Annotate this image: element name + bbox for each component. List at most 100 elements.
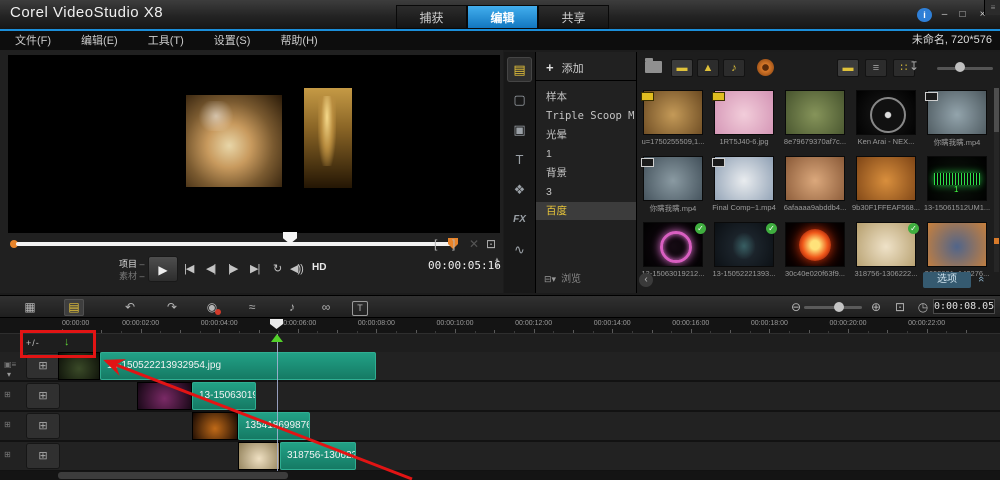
duration-clock-icon[interactable]: ◷ bbox=[913, 299, 933, 316]
menu-编辑(E)[interactable]: 编辑(E) bbox=[66, 32, 133, 51]
overlay-track-header[interactable]: ⊞ bbox=[26, 383, 60, 409]
media-item[interactable]: 30c40e020f63f9... bbox=[781, 222, 849, 284]
add-category-button[interactable]: +添加 bbox=[546, 60, 584, 76]
fit-timeline-button[interactable]: ⊡ bbox=[890, 299, 910, 316]
mark-in-button[interactable]: [ bbox=[434, 237, 437, 251]
media-item[interactable]: 13-15061512UM1... bbox=[923, 156, 991, 218]
sound-mixer-button[interactable]: ≈ bbox=[242, 299, 262, 316]
media-item[interactable]: ✓318756-1306222... bbox=[852, 222, 920, 284]
track-manager-button[interactable]: +/- bbox=[26, 338, 40, 348]
collapse-library-button[interactable]: ‹ bbox=[639, 273, 653, 287]
thumbnail-size-slider[interactable] bbox=[937, 67, 993, 70]
mark-out-button[interactable]: ] bbox=[452, 237, 455, 251]
filter-photo-button[interactable]: ▲ bbox=[697, 59, 719, 77]
undo-button[interactable]: ↶ bbox=[120, 299, 140, 316]
category-背景[interactable]: 背景 bbox=[536, 164, 636, 182]
volume-button[interactable]: ◀)) bbox=[290, 262, 303, 275]
timeline-zoom-slider-handle[interactable] bbox=[834, 302, 844, 312]
playhead-triangle[interactable] bbox=[271, 334, 283, 342]
video-track-icon[interactable]: ▣≡ bbox=[4, 360, 16, 369]
clip-thumbnail[interactable] bbox=[58, 352, 100, 380]
preview-timecode[interactable]: 00:00:05:16 bbox=[428, 259, 501, 272]
redo-button[interactable]: ↷ bbox=[162, 299, 182, 316]
media-item[interactable]: 1RT5J40-6.jpg bbox=[710, 90, 778, 152]
storyboard-view-button[interactable]: ▦ bbox=[20, 299, 40, 316]
hd-toggle[interactable]: HD bbox=[312, 262, 326, 273]
repeat-button[interactable]: ↻ bbox=[273, 262, 281, 275]
zoom-out-button[interactable]: ⊖ bbox=[786, 299, 806, 316]
media-item[interactable]: ✓13-15052221393... bbox=[710, 222, 778, 284]
restore-button[interactable]: □ bbox=[955, 8, 970, 22]
previous-frame-button[interactable]: ◀| bbox=[206, 262, 215, 275]
timeline-ruler[interactable]: 00:00:0000:00:02:0000:00:04:0000:00:06:0… bbox=[0, 318, 1000, 334]
overlay-track-header[interactable]: ⊞ bbox=[26, 443, 60, 469]
home-button[interactable]: |◀ bbox=[184, 262, 193, 275]
timeline-clip[interactable]: 13-150522213932954.jpg bbox=[100, 352, 376, 380]
filter-audio-button[interactable]: ♪ bbox=[723, 59, 745, 77]
horizontal-scrollbar[interactable] bbox=[0, 471, 1000, 480]
menu-文件(F)[interactable]: 文件(F) bbox=[0, 32, 66, 51]
overlay-track-icon[interactable]: ⊞ bbox=[4, 420, 11, 429]
split-clip-button[interactable]: ✕ bbox=[469, 237, 479, 251]
media-icon[interactable]: ▤ bbox=[507, 57, 532, 82]
mode-clip-toggle[interactable]: 素材 bbox=[119, 269, 145, 282]
play-button[interactable]: ▶ bbox=[148, 256, 178, 282]
overlay-track-icon[interactable]: ⊞ bbox=[4, 450, 11, 459]
import-folder-icon[interactable] bbox=[645, 61, 662, 73]
track-dropdown-icon[interactable]: ▾ bbox=[7, 370, 11, 379]
options-button[interactable]: 选项 bbox=[923, 272, 971, 288]
chevron-up-icon[interactable]: « bbox=[975, 276, 987, 282]
timecode-spinner[interactable]: ▲▼ bbox=[494, 257, 500, 271]
clip-thumbnail[interactable] bbox=[192, 412, 238, 440]
menu-工具(T)[interactable]: 工具(T) bbox=[133, 32, 199, 51]
media-item[interactable]: 你瞒我瞒.mp4 bbox=[639, 156, 707, 218]
media-item[interactable]: 9b30F1FFEAF568... bbox=[852, 156, 920, 218]
tab-编辑[interactable]: 编辑 bbox=[467, 5, 538, 29]
preview-video[interactable] bbox=[8, 55, 500, 233]
horizontal-scrollbar-thumb[interactable] bbox=[58, 472, 288, 479]
timeline-clip[interactable]: 13-150630192 bbox=[192, 382, 256, 410]
browse-button[interactable]: ⊟▾浏览 bbox=[544, 270, 581, 285]
disc-icon[interactable] bbox=[757, 59, 774, 76]
media-item[interactable]: 6afaaaa9abddb4... bbox=[781, 156, 849, 218]
help-icon[interactable]: i bbox=[917, 8, 932, 22]
filter-video-button[interactable]: ▬ bbox=[671, 59, 693, 77]
scrub-bar[interactable] bbox=[16, 242, 452, 246]
filter-fx-icon[interactable]: FX bbox=[507, 207, 532, 232]
category-光晕[interactable]: 光晕 bbox=[536, 126, 636, 144]
media-item[interactable]: u=1750255509,1... bbox=[639, 90, 707, 152]
clip-thumbnail[interactable] bbox=[137, 382, 192, 410]
sort-button[interactable]: ↧ bbox=[909, 59, 919, 73]
category-1[interactable]: 1 bbox=[536, 145, 636, 163]
timeline-clip[interactable]: 135418699876 bbox=[238, 412, 310, 440]
graphic-icon[interactable]: ❖ bbox=[507, 177, 532, 202]
category-百度[interactable]: 百度 bbox=[536, 202, 636, 220]
category-样本[interactable]: 样本 bbox=[536, 88, 636, 106]
tab-共享[interactable]: 共享 bbox=[538, 5, 609, 29]
media-item[interactable]: Final Comp~1.mp4 bbox=[710, 156, 778, 218]
view-list-button[interactable]: ≡ bbox=[865, 59, 887, 77]
timeline-duration-display[interactable]: 0:00:08.05 bbox=[933, 299, 995, 314]
zoom-in-button[interactable]: ⊕ bbox=[866, 299, 886, 316]
media-item[interactable]: Ken Arai - NEX... bbox=[852, 90, 920, 152]
overlay-track-header[interactable]: ⊞ bbox=[26, 413, 60, 439]
library-scrollbar-thumb[interactable] bbox=[994, 88, 999, 132]
instant-project-icon[interactable]: ▢ bbox=[507, 87, 532, 112]
library-scrollbar[interactable] bbox=[994, 88, 999, 272]
video-track-header[interactable]: ⊞ bbox=[26, 353, 60, 379]
end-button[interactable]: ▶| bbox=[250, 262, 259, 275]
motion-path-icon[interactable]: ∿ bbox=[507, 237, 532, 262]
record-capture-option-button[interactable]: ◉ bbox=[202, 299, 222, 316]
subtitle-editor-button[interactable]: T bbox=[352, 301, 368, 316]
auto-music-button[interactable]: ♪ bbox=[282, 299, 302, 316]
overlay-track-icon[interactable]: ⊞ bbox=[4, 390, 11, 399]
view-thumbnail-button[interactable]: ▬ bbox=[837, 59, 859, 77]
tab-捕获[interactable]: 捕获 bbox=[396, 5, 467, 29]
ripple-editing-icon[interactable]: ↓ bbox=[64, 336, 70, 348]
category-Triple Scoop M...[interactable]: Triple Scoop M... bbox=[536, 107, 636, 125]
thumbnail-size-slider-handle[interactable] bbox=[955, 62, 965, 72]
transition-icon[interactable]: ▣ bbox=[507, 117, 532, 142]
playhead-line[interactable] bbox=[277, 334, 278, 471]
enlarge-preview-button[interactable]: ⊡ bbox=[486, 237, 496, 251]
timeline-view-button[interactable]: ▤ bbox=[64, 299, 84, 316]
